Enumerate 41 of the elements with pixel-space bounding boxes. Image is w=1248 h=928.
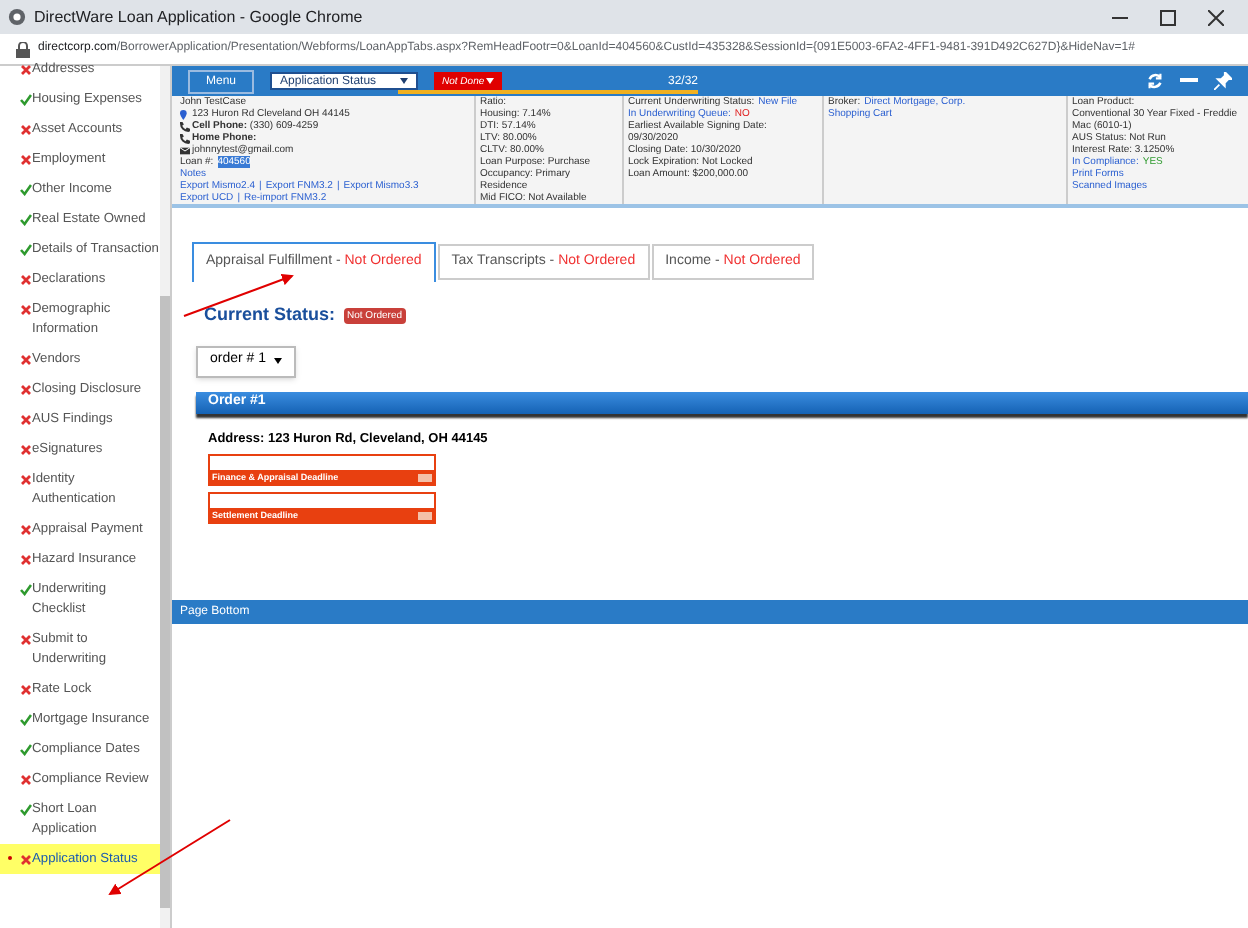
cross-icon bbox=[20, 303, 32, 315]
check-icon bbox=[20, 93, 32, 105]
cross-icon bbox=[20, 383, 32, 395]
cross-icon bbox=[20, 773, 32, 785]
cross-icon bbox=[20, 413, 32, 425]
check-icon bbox=[20, 213, 32, 225]
cross-icon bbox=[20, 853, 32, 865]
cross-icon bbox=[20, 523, 32, 535]
cross-icon bbox=[20, 123, 32, 135]
scrollbar[interactable] bbox=[160, 66, 170, 928]
cross-icon bbox=[20, 553, 32, 565]
refresh-icon[interactable] bbox=[1146, 72, 1164, 90]
caret-icon bbox=[274, 358, 283, 364]
check-icon bbox=[20, 743, 32, 755]
check-icon bbox=[20, 803, 32, 815]
map-pin-icon bbox=[180, 109, 190, 119]
cross-icon bbox=[20, 633, 32, 645]
current-status-label: Current Status: bbox=[204, 302, 336, 328]
cross-icon bbox=[20, 443, 32, 455]
calendar-icon[interactable] bbox=[418, 511, 432, 520]
caret-icon bbox=[486, 78, 495, 84]
check-icon bbox=[20, 713, 32, 725]
minus-icon[interactable] bbox=[1180, 78, 1198, 84]
cross-icon bbox=[20, 683, 32, 695]
cross-icon bbox=[20, 353, 32, 365]
cross-icon bbox=[20, 273, 32, 285]
check-icon bbox=[20, 583, 32, 595]
window-title: DirectWare Loan Application - Google Chrome bbox=[34, 5, 363, 29]
lock-icon bbox=[16, 41, 30, 57]
cross-icon bbox=[20, 63, 32, 75]
envelope-icon bbox=[180, 145, 190, 155]
cross-icon bbox=[20, 473, 32, 485]
cross-icon bbox=[20, 153, 32, 165]
browser-logo-icon bbox=[8, 8, 26, 26]
maximize-icon[interactable] bbox=[1160, 9, 1176, 25]
pin-icon[interactable] bbox=[1214, 72, 1232, 90]
check-icon bbox=[20, 183, 32, 195]
check-icon bbox=[20, 243, 32, 255]
caret-icon bbox=[400, 78, 409, 84]
calendar-icon[interactable] bbox=[418, 473, 432, 482]
close-icon[interactable] bbox=[1208, 9, 1224, 25]
